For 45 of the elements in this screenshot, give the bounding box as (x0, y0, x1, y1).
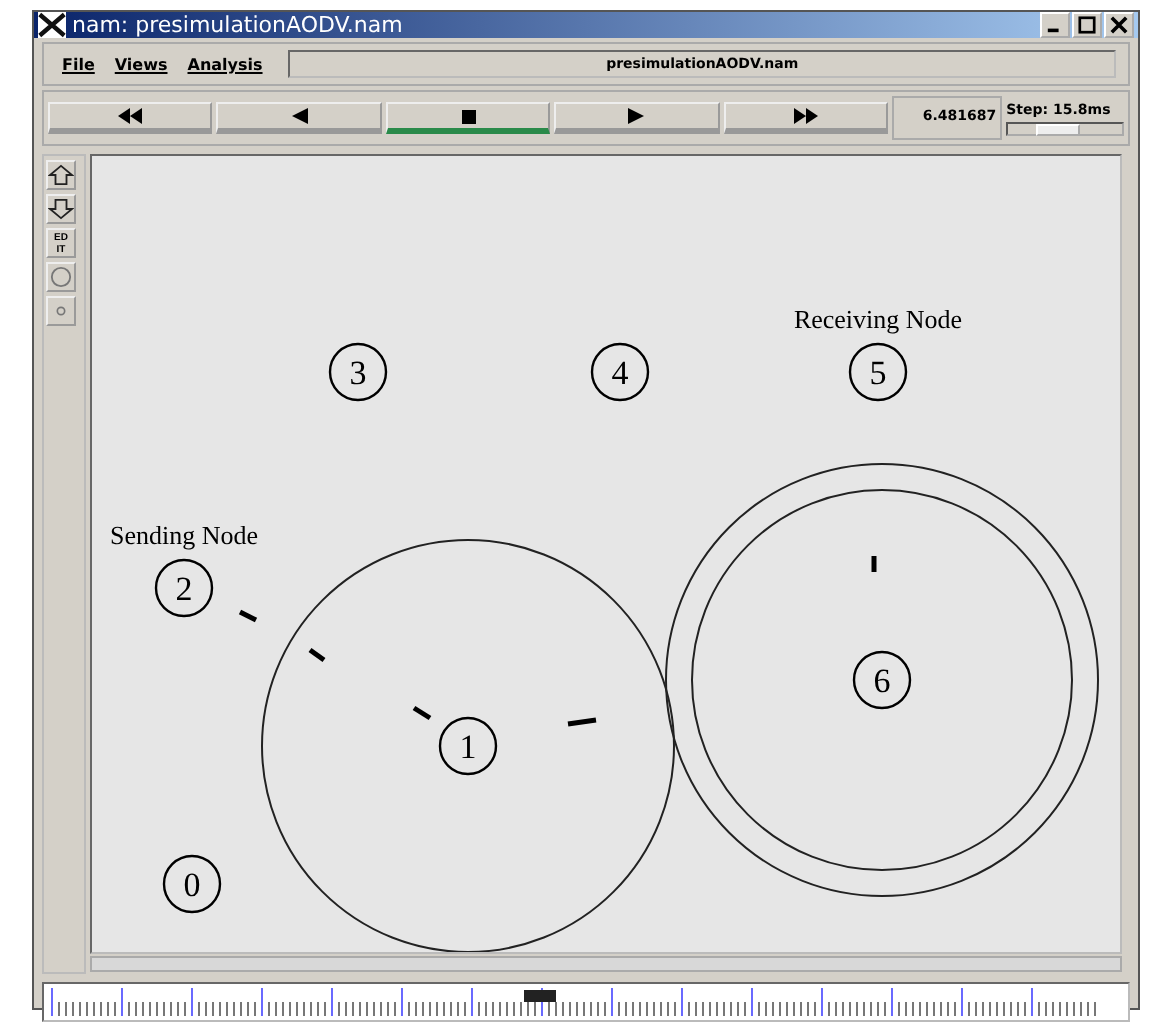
back-button[interactable] (216, 102, 382, 134)
packet-mark (567, 717, 597, 727)
play-icon (628, 108, 645, 124)
packet-mark (871, 556, 877, 572)
circle-icon (50, 266, 72, 288)
stop-icon (461, 109, 476, 123)
maximize-button[interactable] (1072, 12, 1102, 38)
node-annotation: Sending Node (109, 520, 259, 550)
stop-button[interactable] (385, 102, 551, 134)
timeline[interactable] (42, 982, 1130, 1022)
network-node[interactable]: 0 (162, 854, 222, 914)
x-logo-icon (38, 12, 66, 38)
horizontal-scrollbar[interactable] (90, 956, 1122, 972)
time-marker-icon[interactable] (524, 990, 556, 1002)
close-icon (1110, 16, 1128, 34)
zoom-in-button[interactable] (46, 160, 76, 190)
slider-thumb[interactable] (1036, 123, 1081, 135)
packet-mark (412, 705, 432, 721)
dot-button[interactable] (46, 296, 76, 326)
menu-item[interactable]: Analysis (181, 55, 269, 73)
network-node[interactable]: 6 (852, 650, 912, 710)
circle-button[interactable] (46, 262, 76, 292)
fast-forward-icon (791, 108, 820, 124)
menu-item[interactable]: Views (108, 55, 174, 73)
back-icon (291, 108, 308, 124)
step-slider[interactable] (1006, 121, 1124, 135)
play-button[interactable] (554, 102, 720, 134)
forward-button[interactable] (723, 102, 889, 134)
network-node[interactable]: 3 (328, 342, 388, 402)
network-node[interactable]: 4 (590, 342, 650, 402)
close-button[interactable] (1104, 12, 1134, 38)
menu-item[interactable]: File (56, 55, 101, 73)
rewind-icon (116, 108, 145, 124)
network-node[interactable]: 1 (438, 716, 498, 776)
node-annotation: Receiving Node (793, 304, 963, 334)
network-node[interactable]: 2 (154, 558, 214, 618)
dot-icon (56, 306, 66, 316)
packet-mark (308, 647, 326, 663)
rewind-button[interactable] (48, 102, 213, 134)
minimize-button[interactable] (1040, 12, 1070, 38)
window-title: nam: presimulationAODV.nam (72, 12, 405, 38)
network-node[interactable]: 5 (848, 342, 908, 402)
zoom-out-button[interactable] (46, 194, 76, 224)
maximize-icon (1078, 16, 1096, 34)
packet-mark (238, 609, 258, 623)
